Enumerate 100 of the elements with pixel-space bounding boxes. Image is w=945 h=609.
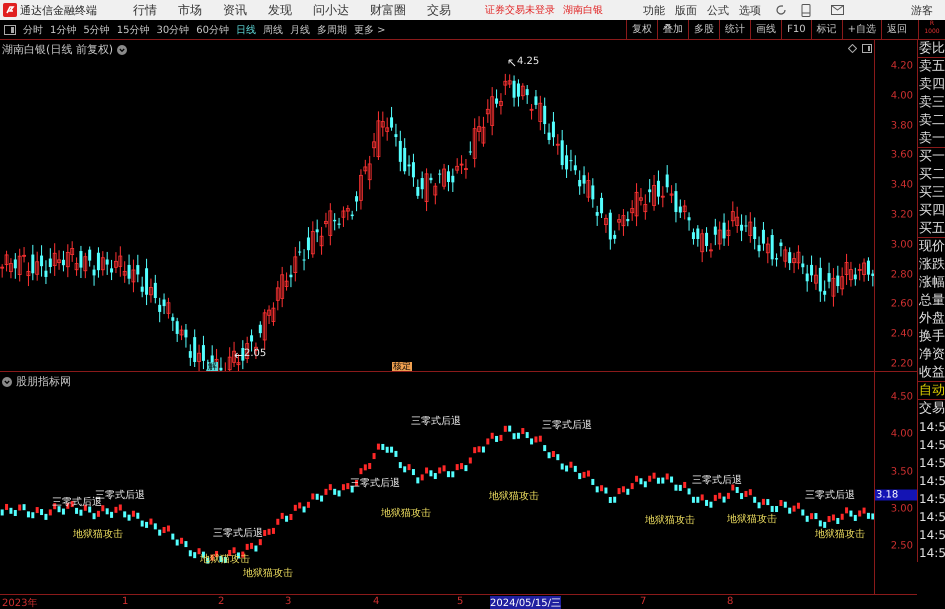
signal-label: 三零式后退 (411, 414, 461, 428)
period-tab[interactable]: 30分钟 (156, 22, 190, 36)
toolbar-button[interactable]: 叠加 (657, 20, 688, 39)
quote-field-label: 买二 (917, 166, 945, 184)
toolbar-button[interactable]: 画线 (750, 20, 782, 39)
quote-field-label: 卖一 (917, 130, 945, 148)
menu-item[interactable]: 问小达 (313, 2, 349, 18)
period-tab[interactable]: 60分钟 (196, 22, 229, 36)
chevron-circle-icon[interactable] (117, 44, 128, 54)
quote-field-label: 买一 (917, 148, 945, 166)
refresh-icon[interactable] (775, 4, 787, 16)
signal-label: 三零式后退 (542, 418, 592, 432)
panel-toggle-icon[interactable] (862, 44, 872, 53)
date-label: 2 (218, 596, 224, 607)
menu-item[interactable]: 市场 (178, 2, 202, 18)
date-label: 2024/05/15/三 (490, 596, 562, 609)
date-label: 3 (285, 596, 292, 607)
panel-toggle-icon[interactable] (4, 24, 16, 34)
period-tab[interactable]: 分时 (23, 22, 43, 36)
toolbar-button[interactable]: 标记 (810, 20, 842, 39)
signal-label: 地狱猫攻击 (815, 528, 865, 541)
signal-label: 地狱猫攻击 (645, 514, 695, 527)
date-label: 1 (122, 596, 128, 607)
price-tick: 3.00 (890, 239, 913, 250)
price-tick: 4.00 (890, 90, 913, 102)
menu-item[interactable]: 公式 (707, 2, 729, 18)
signal-label: 地狱猫攻击 (489, 490, 539, 503)
date-label: 2023年 (2, 597, 38, 609)
menu-item[interactable]: 交易 (427, 2, 451, 18)
period-tab[interactable]: 月线 (290, 22, 310, 36)
signal-label: 三零式后退 (805, 488, 855, 502)
quote-field-label: 卖五 (917, 58, 945, 76)
high-price-note: 4.25 (517, 56, 540, 67)
menu-item[interactable]: 资讯 (223, 2, 247, 18)
price-tick: 3.60 (890, 150, 913, 161)
period-tab[interactable]: 1分钟 (50, 22, 76, 36)
signal-label: 地狱猫攻击 (73, 528, 123, 541)
value-tick: 2.50 (890, 540, 913, 552)
period-tab[interactable]: 更多 > (354, 22, 386, 36)
toolbar-button[interactable]: 统计 (719, 20, 750, 39)
menu-item[interactable]: 行情 (133, 2, 157, 18)
quote-field-label: 卖四 (917, 76, 945, 94)
signal-label: 三零式后退 (213, 526, 263, 540)
toolbar-button[interactable]: 返回 (881, 20, 912, 39)
menu-item[interactable]: 版面 (675, 2, 697, 18)
menu-item[interactable]: 发现 (268, 2, 292, 18)
period-tab[interactable]: 周线 (262, 22, 283, 36)
mail-icon[interactable] (831, 5, 844, 15)
quote-field-label: 买四 (917, 202, 945, 220)
period-tab[interactable]: 日线 (236, 22, 256, 36)
quote-field-label: 买五 (917, 220, 945, 238)
quote-field-label: 总量 (917, 292, 945, 310)
menu-item[interactable]: 功能 (643, 2, 665, 18)
period-tab[interactable]: 15分钟 (116, 22, 150, 36)
phone-icon[interactable] (801, 4, 811, 16)
quote-field-label: 交易 (917, 400, 945, 418)
menu-item[interactable]: 选项 (739, 2, 761, 18)
quote-field-label: 收益 (917, 364, 945, 382)
guest-label[interactable]: 游客 (911, 2, 933, 18)
price-tick: 2.60 (890, 298, 913, 310)
toolbar-button[interactable]: +自选 (842, 20, 881, 39)
date-label: 4 (373, 596, 380, 607)
quote-field-label: 自动 (917, 382, 945, 400)
quote-field-label: 买三 (917, 184, 945, 202)
indicator-title: 股朋指标网 (16, 374, 71, 389)
value-tick: 4.50 (890, 392, 913, 402)
login-status: 证券交易未登录 (485, 4, 555, 17)
quote-field-label: 现价 (917, 238, 945, 256)
value-tick: 4.00 (890, 428, 913, 440)
value-tick: 3.00 (890, 503, 913, 514)
quote-field-label: 委比 (917, 40, 945, 58)
value-tick: 3.50 (890, 466, 913, 477)
price-tick: 2.20 (890, 358, 913, 370)
quote-field-label: 14:5 (917, 454, 945, 472)
quote-field-label: 14:5 (917, 526, 945, 544)
signal-label: 地狱猫攻击 (381, 506, 431, 520)
price-tick: 2.40 (890, 328, 913, 340)
date-label: 7 (640, 596, 646, 607)
quote-field-label: 14:5 (917, 544, 945, 562)
quote-field-label: 14:5 (917, 436, 945, 454)
arrow-icon (234, 352, 243, 359)
toolbar-button[interactable]: 复权 (626, 20, 658, 39)
signal-label: 地狱猫攻击 (727, 512, 777, 526)
menu-item[interactable]: 财富圈 (370, 2, 406, 18)
chevron-circle-icon[interactable] (2, 376, 12, 386)
quote-field-label: 卖三 (917, 94, 945, 112)
price-tick: 3.20 (890, 210, 913, 220)
app-title: 通达信金融终端 (20, 2, 98, 18)
event-marker[interactable]: 核定 (392, 362, 412, 371)
chart-title: 湖南白银(日线 前复权) (2, 42, 114, 57)
period-tab[interactable]: 多周期 (316, 22, 347, 36)
event-marker[interactable]: 解 (207, 362, 218, 371)
quote-field-label: 换手 (917, 328, 945, 346)
price-tick: 2.80 (890, 269, 913, 280)
toolbar-button[interactable]: F10 (781, 20, 811, 39)
diamond-icon[interactable] (848, 44, 857, 53)
quote-field-label: 净资 (917, 346, 945, 364)
price-tick: 4.20 (890, 60, 913, 72)
toolbar-button[interactable]: 多股 (688, 20, 720, 39)
period-tab[interactable]: 5分钟 (83, 22, 110, 36)
